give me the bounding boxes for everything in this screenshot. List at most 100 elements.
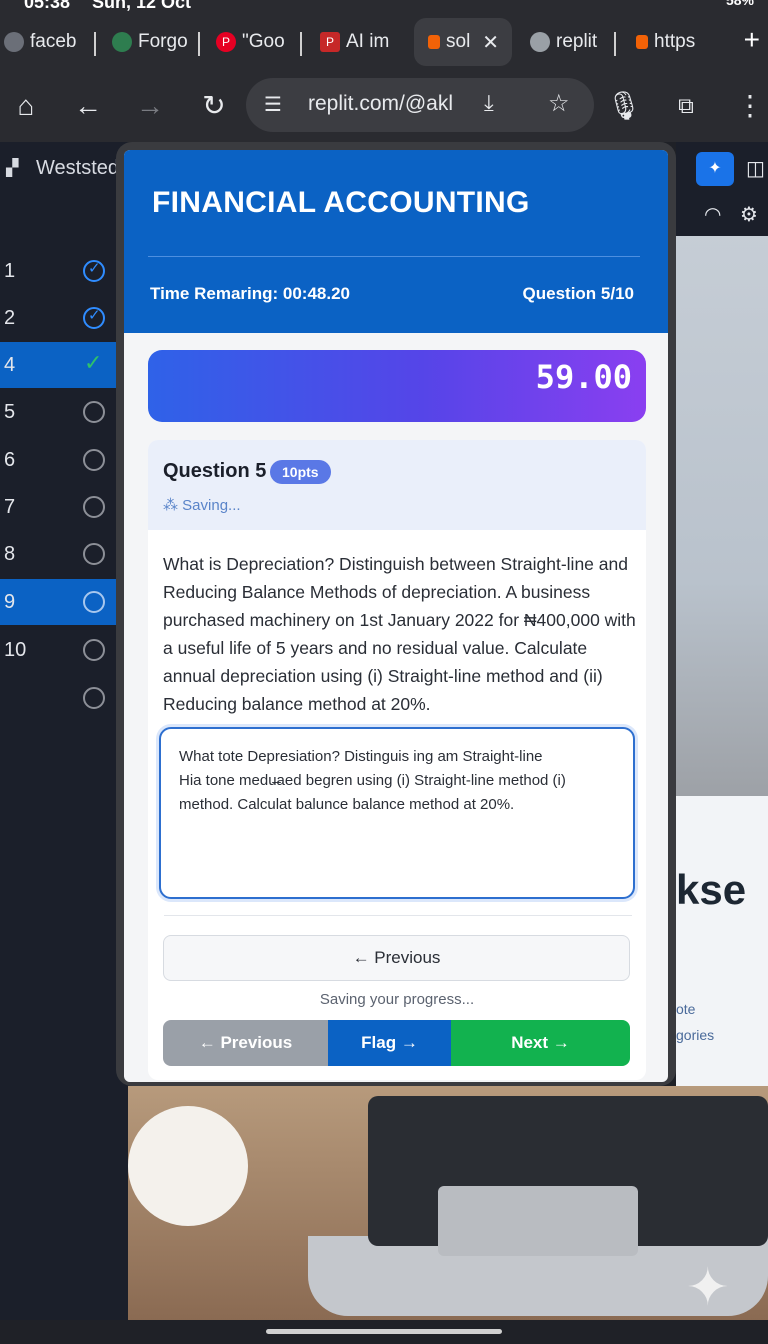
globe-icon (530, 32, 550, 52)
empty-circle-icon (83, 639, 105, 661)
bookmark-star-icon[interactable]: ☆ (548, 89, 570, 118)
shield-icon (112, 32, 132, 52)
tab-separator (94, 32, 96, 56)
row-number: 5 (4, 401, 16, 423)
exam-app: FINANCIAL ACCOUNTING Time Remaring: 00:4… (124, 150, 668, 1082)
tab-separator (300, 32, 302, 56)
replit-topbar: ✦ ◫ (676, 142, 768, 194)
answer-textarea[interactable]: What tote Depresiation? Distinguis ing a… (159, 727, 635, 899)
sidebar-row[interactable]: 2 (0, 295, 118, 341)
tab-https[interactable]: https (636, 18, 708, 66)
empty-circle-icon (83, 496, 105, 518)
completed-check-icon (83, 259, 105, 282)
sidebar-row[interactable]: 10 (0, 627, 118, 673)
sidebar-row[interactable]: 7 (0, 484, 118, 530)
sidebar-row-selected[interactable]: 4 (0, 342, 118, 388)
download-icon[interactable]: ⤓ (484, 90, 494, 116)
url-text: replit.com/@akl (308, 92, 454, 115)
tab-label: Forgo (138, 31, 188, 52)
tab-label: "Goo (242, 31, 285, 52)
replit-icon (636, 35, 648, 49)
sidebar-row[interactable] (0, 675, 118, 721)
globe-icon (4, 32, 24, 52)
sidebar-row[interactable]: 1 (0, 248, 118, 294)
browser-toolbar: ⌂ ← → ↻ ☰ replit.com/@akl ⤓ ☆ 🎙 ⧉ ⋮ (0, 70, 768, 142)
close-tab-icon[interactable]: ✕ (482, 30, 499, 55)
replit-logo-icon: ▞ (6, 160, 19, 177)
previous-button[interactable]: ← Previous (163, 1020, 328, 1066)
question-header: Question 5 10pts ⁂ Saving... (148, 440, 646, 530)
empty-circle-icon (83, 687, 105, 709)
laptop-text: ote (676, 1001, 696, 1017)
checkmark-icon (83, 350, 105, 376)
status-date: Sun, 12 Oct (92, 0, 192, 12)
tab-forgot[interactable]: Forgo (112, 18, 190, 66)
navigation-buttons: ← Previous Flag → Next → (163, 1020, 630, 1066)
tab-facebook[interactable]: faceb (4, 18, 86, 66)
home-icon[interactable]: ⌂ (8, 90, 44, 122)
row-number: 1 (4, 260, 16, 282)
tab-pinterest[interactable]: P "Goo (216, 18, 292, 66)
row-number: 2 (4, 307, 16, 329)
sparkle-icon: ✦ (686, 1259, 730, 1317)
status-time: 05:38 (24, 0, 71, 12)
doc-icon: P (320, 32, 340, 52)
exam-header: FINANCIAL ACCOUNTING Time Remaring: 00:4… (124, 150, 668, 333)
sidebar-row[interactable]: 5 (0, 389, 118, 435)
reload-icon[interactable]: ↻ (196, 90, 232, 122)
desk-scene (128, 1086, 768, 1322)
laptop-trackpad (438, 1186, 638, 1256)
sidebar-row[interactable]: 8 (0, 531, 118, 577)
replit-icon (428, 35, 440, 49)
divider (164, 915, 632, 916)
panel-toggle-icon[interactable]: ◫ (746, 156, 765, 181)
header-divider (148, 256, 640, 257)
laptop-screen: kse ote gories (676, 796, 768, 1096)
sidebar-header: ▞ Weststed (0, 154, 128, 188)
previous-button-secondary[interactable]: ← Previous (163, 935, 630, 981)
site-settings-icon[interactable]: ☰ (264, 92, 282, 117)
score-value: 59.00 (535, 358, 632, 396)
sidebar-row-highlighted[interactable]: 9 (0, 579, 118, 625)
microphone-icon[interactable]: 🎙 (606, 90, 642, 122)
question-text: What is Depreciation? Distinguish betwee… (163, 554, 636, 714)
tab-replit[interactable]: replit (530, 18, 606, 66)
tab-label: faceb (30, 31, 77, 52)
replit-subbar: ◠ ⚙ (676, 194, 768, 236)
row-number: 8 (4, 543, 16, 565)
back-icon[interactable]: ← (70, 90, 106, 122)
gesture-bar (0, 1320, 768, 1344)
pinterest-icon: P (216, 32, 236, 52)
sidebar-row[interactable]: 6 (0, 437, 118, 483)
row-number: 6 (4, 449, 16, 471)
tab-switcher-icon[interactable]: ⧉ (668, 90, 704, 122)
empty-circle-icon (83, 401, 105, 423)
empty-circle-icon (83, 591, 105, 613)
question-counter: Question 5/10 (522, 284, 634, 303)
gear-icon[interactable]: ⚙ (740, 202, 758, 227)
coffee-cup (128, 1106, 248, 1226)
completed-check-icon (83, 306, 105, 329)
gauge-icon[interactable]: ◠ (704, 202, 721, 227)
empty-circle-icon (83, 449, 105, 471)
repl-name: Weststed (36, 157, 119, 179)
menu-icon[interactable]: ⋮ (732, 90, 768, 122)
row-number: 9 (4, 591, 16, 613)
saving-text: Saving... (182, 497, 241, 514)
flag-button[interactable]: Flag → (328, 1020, 451, 1066)
forward-icon[interactable]: → (132, 90, 168, 122)
tab-solution-active[interactable]: sol ✕ (414, 18, 512, 66)
tab-label: https (654, 31, 696, 52)
extension-icon[interactable]: ✦ (696, 152, 734, 186)
address-bar[interactable]: ☰ replit.com/@akl ⤓ ☆ (246, 78, 594, 132)
question-card: Question 5 10pts ⁂ Saving... What is Dep… (148, 440, 646, 1080)
home-indicator[interactable] (266, 1329, 502, 1334)
replit-sidebar: ▞ Weststed 1 2 4 5 6 7 8 (0, 142, 128, 1344)
row-number: 10 (4, 639, 27, 661)
exam-preview-frame: FINANCIAL ACCOUNTING Time Remaring: 00:4… (116, 142, 676, 1086)
tab-label: sol (446, 31, 471, 52)
next-button[interactable]: Next → (451, 1020, 630, 1066)
score-card: 59.00 (148, 350, 646, 422)
new-tab-icon[interactable]: + (744, 26, 760, 54)
tab-ai-image[interactable]: P AI im (320, 18, 396, 66)
